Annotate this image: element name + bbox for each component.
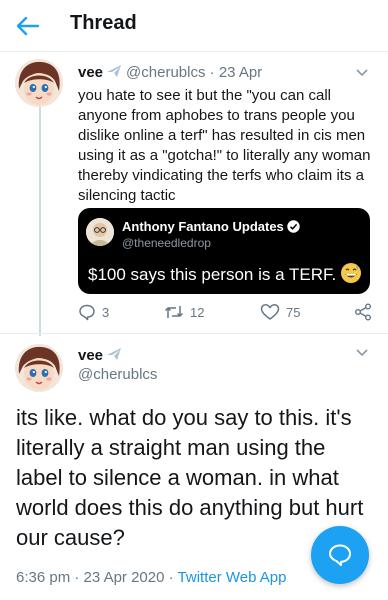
retweet-count: 12 [190, 304, 205, 320]
share-icon [355, 303, 371, 321]
reply-icon [79, 304, 95, 321]
tweet-metadata: 6:36 pm · 23 Apr 2020 · Twitter Web App [16, 569, 286, 586]
tweet-date[interactable]: 23 Apr [219, 64, 262, 81]
user-handle[interactable]: @cherublcs [78, 366, 157, 383]
compose-reply-button[interactable] [311, 526, 369, 584]
separator-dot: · [74, 569, 80, 586]
chevron-down-icon[interactable] [354, 64, 370, 80]
retweet-icon [164, 306, 184, 318]
quoted-handle: @theneedledrop [122, 236, 211, 250]
compose-reply-icon [329, 544, 351, 566]
avatar[interactable] [15, 344, 63, 392]
source-app-link[interactable]: Twitter Web App [178, 569, 287, 586]
tweet-header: vee @cherublcs · 23 Apr [78, 63, 262, 83]
divider [0, 333, 388, 334]
user-handle[interactable]: @cherublcs [126, 64, 205, 81]
quoted-text-line: $100 says this person is a TERF. [88, 262, 362, 289]
separator-dot: · [209, 64, 215, 81]
back-arrow-icon[interactable] [14, 12, 42, 40]
quoted-display-name: Anthony Fantano Updates [122, 219, 300, 236]
chevron-down-icon[interactable] [354, 344, 370, 360]
share-button[interactable] [354, 302, 372, 322]
verified-badge-icon [287, 220, 300, 236]
tweet-actions: 3 12 75 [78, 302, 374, 322]
separator-dot: · [168, 569, 174, 586]
page-title: Thread [70, 12, 137, 34]
thread-connector-line [39, 104, 41, 336]
avatar[interactable] [15, 59, 63, 107]
quoted-name-label: Anthony Fantano Updates [122, 219, 284, 234]
grinning-sweat-emoji-icon [340, 262, 362, 289]
top-bar: Thread [0, 0, 388, 52]
heart-icon [260, 304, 280, 320]
retweet-button[interactable]: 12 [164, 302, 204, 322]
quoted-text: $100 says this person is a TERF. [88, 265, 337, 284]
airplane-emoji-icon [106, 63, 122, 83]
like-button[interactable]: 75 [260, 302, 300, 322]
airplane-emoji-icon [106, 346, 122, 366]
tweet-time: 6:36 pm [16, 569, 71, 586]
display-name[interactable]: vee [78, 64, 103, 81]
reply-button[interactable]: 3 [78, 302, 109, 322]
quoted-avatar [86, 218, 114, 246]
tweet-text: its like. what do you say to this. it's … [16, 405, 364, 550]
quoted-tweet-card[interactable]: Anthony Fantano Updates @theneedledrop $… [78, 208, 370, 294]
reply-count: 3 [102, 304, 110, 320]
tweet-author: vee [78, 346, 126, 366]
tweet-text: you hate to see it but the "you can call… [78, 87, 371, 204]
display-name[interactable]: vee [78, 347, 103, 364]
like-count: 75 [286, 304, 301, 320]
tweet-date: 23 Apr 2020 [83, 569, 165, 586]
